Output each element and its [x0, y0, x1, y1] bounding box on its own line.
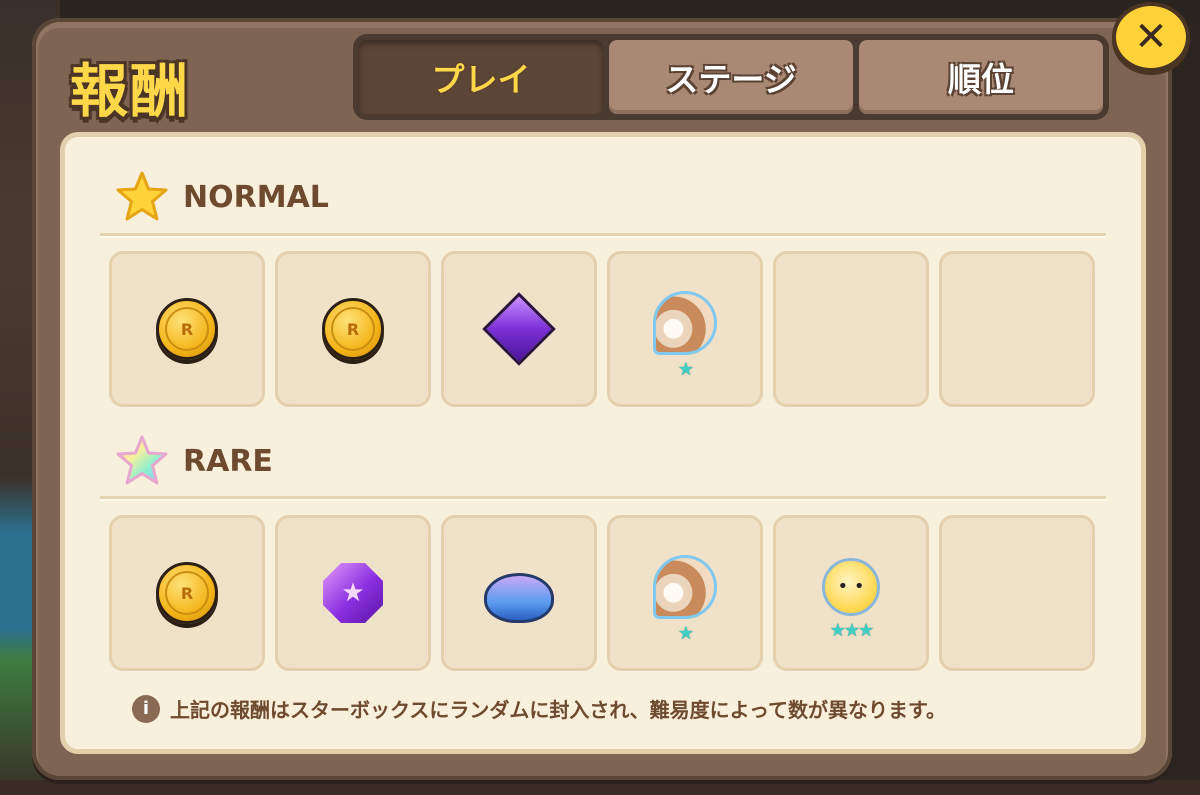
- normal-reward-slot-5-empty: [773, 251, 929, 407]
- shell-treasure-icon: [653, 290, 717, 355]
- normal-reward-slot-1[interactable]: R: [109, 251, 265, 407]
- close-button[interactable]: ✕: [1112, 2, 1190, 72]
- normal-reward-slot-6-empty: [939, 251, 1095, 407]
- tab-bar: プレイ ステージ 順位: [353, 34, 1109, 120]
- rare-reward-slot-4[interactable]: ★: [607, 515, 763, 671]
- purple-octagon-gem-icon: ★: [323, 563, 383, 623]
- footer-note: i 上記の報酬はスターボックスにランダムに封入され、難易度によって数が異なります…: [132, 694, 946, 723]
- rainbow-star-icon: [116, 435, 168, 485]
- sally-bulb-treasure-icon: • •: [822, 557, 880, 616]
- tab-ranking[interactable]: 順位: [859, 40, 1103, 114]
- star-rating: ★★★: [829, 619, 874, 641]
- rare-reward-slot-3[interactable]: [441, 515, 597, 671]
- background-top: [0, 0, 1200, 20]
- normal-section-label: NORMAL: [183, 179, 329, 215]
- rare-reward-slot-1[interactable]: R: [109, 515, 265, 671]
- treasure-item: ★: [653, 554, 717, 644]
- gold-coin-icon: R: [156, 298, 218, 360]
- rare-divider: [100, 496, 1106, 501]
- rare-section-label: RARE: [183, 443, 273, 479]
- close-icon: ✕: [1134, 14, 1168, 60]
- star-rating: ★: [677, 622, 694, 644]
- normal-section-header: NORMAL: [115, 170, 329, 224]
- purple-diamond-gem-icon: [482, 292, 556, 366]
- star-rating: ★: [677, 358, 694, 380]
- normal-reward-slot-4[interactable]: ★: [607, 251, 763, 407]
- rare-section-header: RARE: [115, 434, 273, 488]
- gold-coin-icon: R: [322, 298, 384, 360]
- treasure-item: ★: [653, 290, 717, 380]
- normal-reward-slot-2[interactable]: R: [275, 251, 431, 407]
- treasure-item: • • ★★★: [822, 557, 880, 641]
- blue-bunny-slime-icon: [484, 573, 554, 623]
- rare-reward-slot-6-empty: [939, 515, 1095, 671]
- tab-stage[interactable]: ステージ: [609, 40, 853, 114]
- rare-reward-slot-5[interactable]: • • ★★★: [773, 515, 929, 671]
- rare-reward-slot-2[interactable]: ★: [275, 515, 431, 671]
- tab-play[interactable]: プレイ: [359, 40, 603, 114]
- normal-divider: [100, 233, 1106, 238]
- shell-treasure-icon: [653, 554, 717, 619]
- info-icon: i: [132, 694, 160, 723]
- background-bottom: [0, 780, 1200, 795]
- normal-reward-slot-3[interactable]: [441, 251, 597, 407]
- gold-star-icon: [116, 171, 168, 221]
- footer-note-text: 上記の報酬はスターボックスにランダムに封入され、難易度によって数が異なります。: [170, 698, 946, 722]
- gold-coin-icon: R: [156, 562, 218, 624]
- dialog-title: 報酬: [70, 57, 191, 125]
